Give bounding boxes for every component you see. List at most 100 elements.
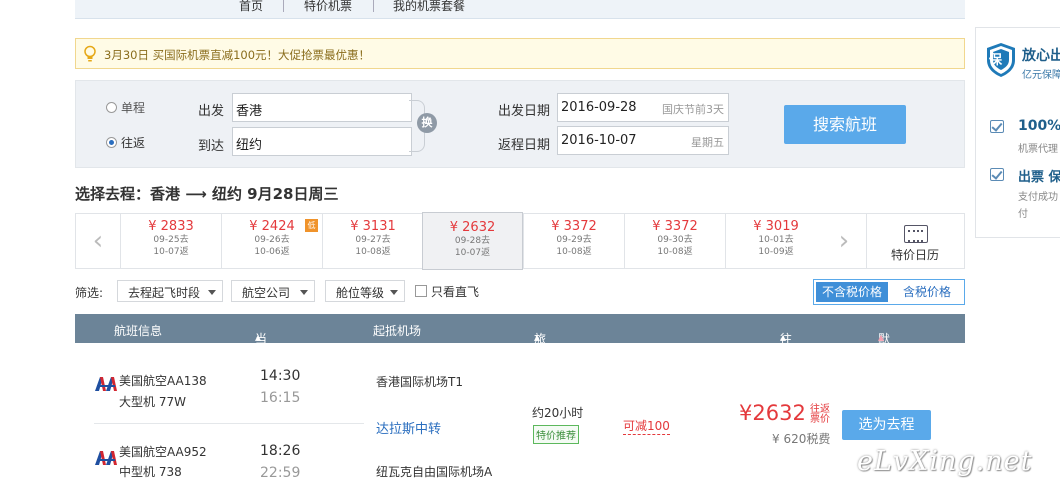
sort-up-icon: ▴ — [780, 330, 787, 344]
label-one-way: 单程 — [121, 101, 146, 115]
feature-1-desc: 机票代理 — [1018, 144, 1058, 155]
lowest-price-badge: 低 — [305, 219, 318, 232]
to-label: 到达 — [198, 139, 225, 154]
sort-up-icon: ▴ — [534, 330, 541, 344]
tax-amount: ¥ 620税费 — [772, 432, 831, 446]
label-round-trip: 往返 — [121, 136, 146, 150]
search-flights-button[interactable]: 搜索航班 — [784, 105, 906, 144]
date-price: ¥ 3019 — [753, 219, 799, 234]
return-date-value: 2016-10-07 — [561, 133, 637, 148]
sidebar-subtitle: 亿元保障 — [1022, 70, 1060, 81]
filter-label: 筛选: — [75, 286, 104, 300]
price-note-fare: 票价 — [810, 414, 830, 425]
departure-airport: 香港国际机场T1 — [376, 375, 463, 389]
depart-date-input[interactable]: 2016-09-28 国庆节前3天 — [557, 93, 729, 122]
date-return: 10-08返 — [556, 247, 592, 257]
return-date-label: 返程日期 — [498, 138, 551, 153]
date-option[interactable]: ¥ 2424 09-26去 10-06返 低 — [221, 214, 322, 268]
radio-one-way[interactable] — [106, 102, 117, 113]
return-date-hint: 星期五 — [691, 136, 724, 149]
calendar-label: 特价日历 — [890, 248, 939, 262]
chevron-down-icon — [300, 290, 308, 295]
date-price: ¥ 3372 — [652, 219, 698, 234]
feature-2-title: 出票 保 — [1018, 170, 1060, 185]
depart-date-hint: 国庆节前3天 — [662, 103, 724, 116]
depart-date-value: 2016-09-28 — [561, 100, 637, 115]
next-dates-arrow[interactable]: › — [822, 214, 866, 268]
arrival-time: 22:59 — [260, 465, 301, 481]
arrival-time: 16:15 — [260, 390, 301, 406]
discount-label[interactable]: 可减100 — [623, 417, 670, 435]
date-return: 10-06返 — [254, 247, 290, 257]
col-airports: 起抵机场 — [373, 324, 422, 338]
date-return: 10-07返 — [153, 247, 189, 257]
radio-round-trip[interactable] — [106, 137, 117, 148]
chevron-down-icon — [208, 290, 216, 295]
return-date-input[interactable]: 2016-10-07 星期五 — [557, 126, 729, 155]
to-input[interactable]: 纽约 — [232, 127, 412, 156]
date-option[interactable]: ¥ 3372 09-30去 10-08返 — [624, 214, 725, 268]
direct-only-label: 只看直飞 — [431, 285, 480, 299]
airline-flight-number[interactable]: 美国航空AA952 — [119, 443, 207, 460]
date-option[interactable]: ¥ 3019 10-01去 10-09返 — [725, 214, 826, 268]
tax-toggle: 不含税价格 含税价格 — [813, 279, 965, 305]
direct-only-checkbox[interactable] — [415, 285, 427, 297]
calendar-icon — [904, 225, 928, 243]
departure-time-dropdown[interactable]: 去程起飞时段 — [117, 280, 223, 302]
sidebar-title: 放心出 — [1022, 48, 1060, 64]
date-depart: 10-01去 — [758, 235, 794, 245]
feature-1-title: 100% — [1018, 118, 1060, 134]
prev-dates-arrow[interactable]: ‹ — [76, 214, 120, 268]
tax-included-tab[interactable]: 含税价格 — [892, 282, 962, 302]
american-airlines-logo — [95, 377, 117, 391]
tax-excluded-tab[interactable]: 不含税价格 — [816, 282, 888, 302]
date-return: 10-08返 — [657, 247, 693, 257]
date-depart: 09-28去 — [454, 236, 491, 246]
nav-home[interactable]: 首页 — [239, 0, 263, 14]
swap-cities-button[interactable]: 换 — [417, 113, 437, 133]
sort-up-icon: ▴ — [255, 330, 262, 344]
date-option[interactable]: ¥ 3131 09-27去 10-08返 — [322, 214, 423, 268]
special-price-calendar[interactable]: 特价日历 — [866, 214, 964, 268]
date-strip: ‹ ¥ 2833 09-25去 10-07返 ¥ 2424 09-26去 10-… — [75, 212, 965, 270]
airline-flight-number[interactable]: 美国航空AA138 — [119, 372, 207, 389]
date-option-selected[interactable]: ¥ 2632 09-28去 10-07返 — [422, 212, 523, 270]
date-price: ¥ 2632 — [449, 220, 496, 235]
date-option[interactable]: ¥ 3372 09-29去 10-08返 — [523, 214, 624, 268]
transfer-link[interactable]: 达拉斯中转 — [376, 418, 441, 437]
date-option[interactable]: ¥ 2833 09-25去 10-07返 — [120, 214, 221, 268]
assurance-sidebar: 保 放心出 亿元保障 100% 机票代理 出票 保 支付成功 付 — [975, 27, 1060, 238]
aircraft-type: 大型机 77W — [119, 395, 186, 409]
american-airlines-logo — [95, 451, 117, 465]
nav-my-packages[interactable]: 我的机票套餐 — [393, 0, 465, 14]
date-price: ¥ 3372 — [551, 219, 597, 234]
promo-banner[interactable]: 3月30日 买国际机票直减100元！大促抢票最优惠！ — [75, 38, 965, 69]
nav-separator — [373, 0, 374, 12]
airline-dropdown[interactable]: 航空公司 — [231, 280, 315, 302]
nav-deals[interactable]: 特价机票 — [304, 0, 352, 14]
date-depart: 09-29去 — [556, 235, 592, 245]
dropdown-label: 航空公司 — [242, 286, 291, 300]
select-outbound-button[interactable]: 选为去程 — [842, 410, 931, 440]
lightbulb-icon — [84, 45, 96, 62]
dropdown-label: 舱位等级 — [336, 286, 385, 300]
date-price: ¥ 2833 — [148, 219, 194, 234]
date-depart: 09-25去 — [153, 235, 189, 245]
route-title: 选择去程：香港 ⟶ 纽约 9月28日周三 — [75, 185, 339, 203]
row-divider — [94, 423, 364, 424]
round-trip-price: ¥2632 — [739, 401, 806, 425]
aircraft-type: 中型机 738 — [119, 465, 182, 479]
from-input[interactable]: 香港 — [232, 93, 412, 122]
checkbox-check-icon — [990, 120, 1004, 133]
date-price: ¥ 3131 — [350, 219, 396, 234]
date-return: 10-08返 — [355, 247, 391, 257]
sort-up-icon: ▴ — [878, 330, 885, 344]
dropdown-label: 去程起飞时段 — [128, 286, 201, 300]
cabin-class-dropdown[interactable]: 舱位等级 — [325, 280, 405, 302]
top-nav: 首页 特价机票 我的机票套餐 — [75, 0, 965, 19]
special-offer-tag: 特价推荐 — [533, 425, 579, 444]
date-depart: 09-26去 — [254, 235, 290, 245]
depart-date-label: 出发日期 — [498, 104, 551, 119]
chevron-down-icon — [390, 290, 398, 295]
from-label: 出发 — [198, 104, 225, 119]
